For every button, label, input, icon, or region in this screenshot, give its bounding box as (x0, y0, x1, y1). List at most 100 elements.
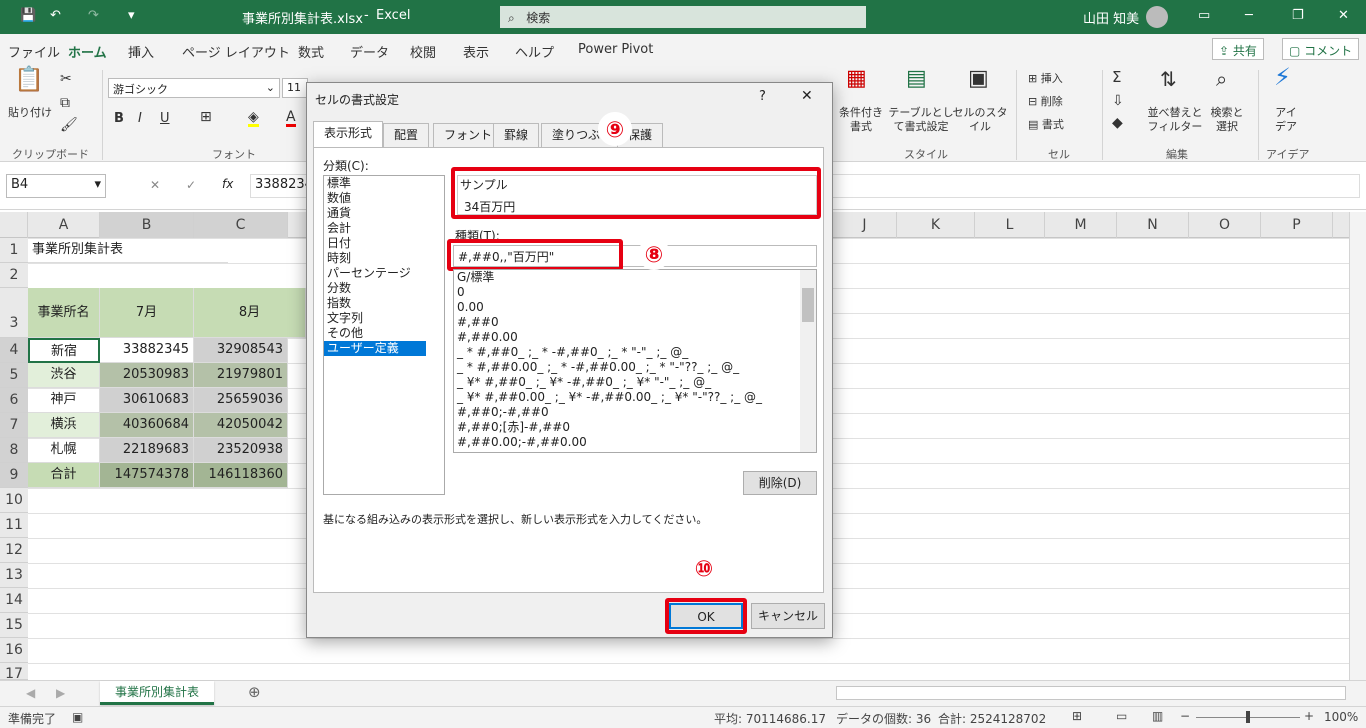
format-item[interactable]: _ * #,##0.00_ ;_ * -#,##0.00_ ;_ * "-"??… (454, 360, 816, 375)
row-header[interactable]: 7 (0, 413, 28, 438)
font-color-icon[interactable]: A (286, 110, 296, 127)
row-header[interactable]: 15 (0, 613, 28, 638)
format-item[interactable]: 0.00 (454, 300, 816, 315)
bold-button[interactable]: B (114, 112, 124, 126)
font-name-select[interactable]: 游ゴシック ⌄ (108, 78, 280, 98)
sheet-title[interactable]: 事業所別集計表 (28, 238, 228, 263)
macro-icon[interactable]: ▣ (72, 710, 83, 724)
col-header-n[interactable]: N (1117, 212, 1189, 238)
august-cell[interactable]: 21979801 (194, 363, 288, 388)
menu-power-pivot[interactable]: Power Pivot (578, 42, 653, 57)
row-header[interactable]: 6 (0, 388, 28, 413)
normal-view-icon[interactable]: ⊞ (1072, 709, 1082, 723)
ideas-icon[interactable]: ⚡ (1274, 65, 1291, 89)
row-header[interactable]: 4 (0, 338, 28, 363)
category-item[interactable]: その他 (324, 326, 444, 341)
horizontal-scrollbar[interactable] (836, 686, 1346, 700)
office-cell[interactable]: 札幌 (28, 438, 100, 463)
category-item[interactable]: パーセンテージ (324, 266, 444, 281)
menu-home[interactable]: ホーム (68, 42, 107, 68)
july-cell[interactable]: 40360684 (100, 413, 194, 438)
next-sheet-icon[interactable]: ▶ (56, 686, 65, 700)
august-cell[interactable]: 146118360 (194, 463, 288, 488)
menu-review[interactable]: 校閲 (410, 42, 436, 61)
row-header[interactable]: 16 (0, 638, 28, 663)
help-button[interactable]: ? (759, 89, 766, 104)
format-item[interactable]: _ ¥* #,##0_ ;_ ¥* -#,##0_ ;_ ¥* "-"_ ;_ … (454, 375, 816, 390)
office-cell[interactable]: 新宿 (28, 338, 100, 363)
row-header[interactable]: 13 (0, 563, 28, 588)
menu-view[interactable]: 表示 (463, 42, 489, 61)
comment-button[interactable]: ▢ コメント (1282, 38, 1360, 60)
cut-icon[interactable]: ✂ (60, 72, 72, 86)
cell-style-icon[interactable]: ▣ (968, 68, 989, 90)
copy-icon[interactable]: ⧉ (60, 96, 70, 110)
tab-number[interactable]: 表示形式 (313, 121, 384, 148)
august-cell[interactable]: 25659036 (194, 388, 288, 413)
format-item[interactable]: #,##0.00 (454, 330, 816, 345)
scroll-thumb[interactable] (802, 288, 814, 322)
category-list[interactable]: 標準 数値 通貨 会計 日付 時刻 パーセンテージ 分数 指数 文字列 その他 … (323, 175, 445, 495)
add-sheet-icon[interactable]: ⊕ (248, 683, 261, 701)
cell-style-label[interactable]: セルのスタイル (952, 106, 1008, 134)
cond-format-label[interactable]: 条件付き書式 (836, 106, 886, 134)
office-cell[interactable]: 横浜 (28, 413, 100, 438)
july-cell[interactable]: 30610683 (100, 388, 194, 413)
tab-alignment[interactable]: 配置 (383, 123, 430, 147)
category-item[interactable]: 数値 (324, 191, 444, 206)
menu-file[interactable]: ファイル (8, 42, 60, 61)
ribbon-display-icon[interactable]: ▭ (1198, 8, 1210, 23)
category-item-selected[interactable]: ユーザー定義 (324, 341, 426, 356)
format-item[interactable]: 0 (454, 285, 816, 300)
format-painter-icon[interactable]: 🖌 (60, 118, 78, 132)
fill-color-icon[interactable]: ◈ (248, 110, 259, 127)
menu-insert[interactable]: 挿入 (128, 42, 154, 61)
italic-button[interactable]: I (138, 112, 142, 126)
row-header[interactable]: 9 (0, 463, 28, 488)
paste-icon[interactable]: 📋 (14, 67, 44, 91)
col-header-b[interactable]: B (100, 212, 194, 238)
july-cell[interactable]: 22189683 (100, 438, 194, 463)
clear-icon[interactable]: ◆ (1112, 116, 1123, 130)
format-item[interactable]: _ ¥* #,##0.00_ ;_ ¥* -#,##0.00_ ;_ ¥* "-… (454, 390, 816, 405)
table-format-label[interactable]: テーブルとして書式設定 (886, 106, 956, 134)
category-item[interactable]: 会計 (324, 221, 444, 236)
sheet-tab[interactable]: 事業所別集計表 (100, 681, 214, 705)
col-header-l[interactable]: L (975, 212, 1045, 238)
zoom-slider-thumb[interactable] (1246, 711, 1250, 723)
sort-filter-label[interactable]: 並べ替えとフィルター (1146, 106, 1204, 134)
format-item[interactable]: #,##0;-#,##0 (454, 405, 816, 420)
july-cell[interactable]: 147574378 (100, 463, 194, 488)
july-cell[interactable]: 20530983 (100, 363, 194, 388)
header-august[interactable]: 8月 (194, 288, 306, 338)
category-item[interactable]: 文字列 (324, 311, 444, 326)
ideas-label[interactable]: アイデア (1272, 106, 1300, 134)
office-cell[interactable]: 神戸 (28, 388, 100, 413)
tab-border[interactable]: 罫線 (493, 123, 540, 147)
category-item[interactable]: 日付 (324, 236, 444, 251)
avatar[interactable] (1146, 6, 1168, 28)
row-header[interactable]: 10 (0, 488, 28, 513)
office-cell[interactable]: 渋谷 (28, 363, 100, 388)
menu-formulas[interactable]: 数式 (298, 42, 324, 61)
col-header-p[interactable]: P (1261, 212, 1333, 238)
header-july[interactable]: 7月 (100, 288, 194, 338)
category-item[interactable]: 通貨 (324, 206, 444, 221)
col-header-o[interactable]: O (1189, 212, 1261, 238)
close-window-icon[interactable]: ✕ (1338, 8, 1349, 23)
redo-icon[interactable]: ↷ (88, 8, 99, 23)
page-break-view-icon[interactable]: ▥ (1152, 709, 1163, 723)
user-name[interactable]: 山田 知美 (1083, 8, 1139, 27)
cancel-button[interactable]: キャンセル (751, 603, 825, 629)
restore-icon[interactable]: ❐ (1292, 8, 1304, 23)
menu-help[interactable]: ヘルプ (515, 42, 554, 61)
format-item[interactable]: #,##0 (454, 315, 816, 330)
menu-page-layout[interactable]: ページ レイアウト (182, 42, 290, 61)
find-select-label[interactable]: 検索と選択 (1206, 106, 1248, 134)
autosum-icon[interactable]: Σ (1112, 70, 1121, 85)
format-item[interactable]: G/標準 (454, 270, 816, 285)
row-header[interactable]: 2 (0, 263, 28, 288)
sort-filter-icon[interactable]: ⇅ (1160, 69, 1177, 89)
format-list-scrollbar[interactable] (800, 270, 816, 452)
prev-sheet-icon[interactable]: ◀ (26, 686, 35, 700)
